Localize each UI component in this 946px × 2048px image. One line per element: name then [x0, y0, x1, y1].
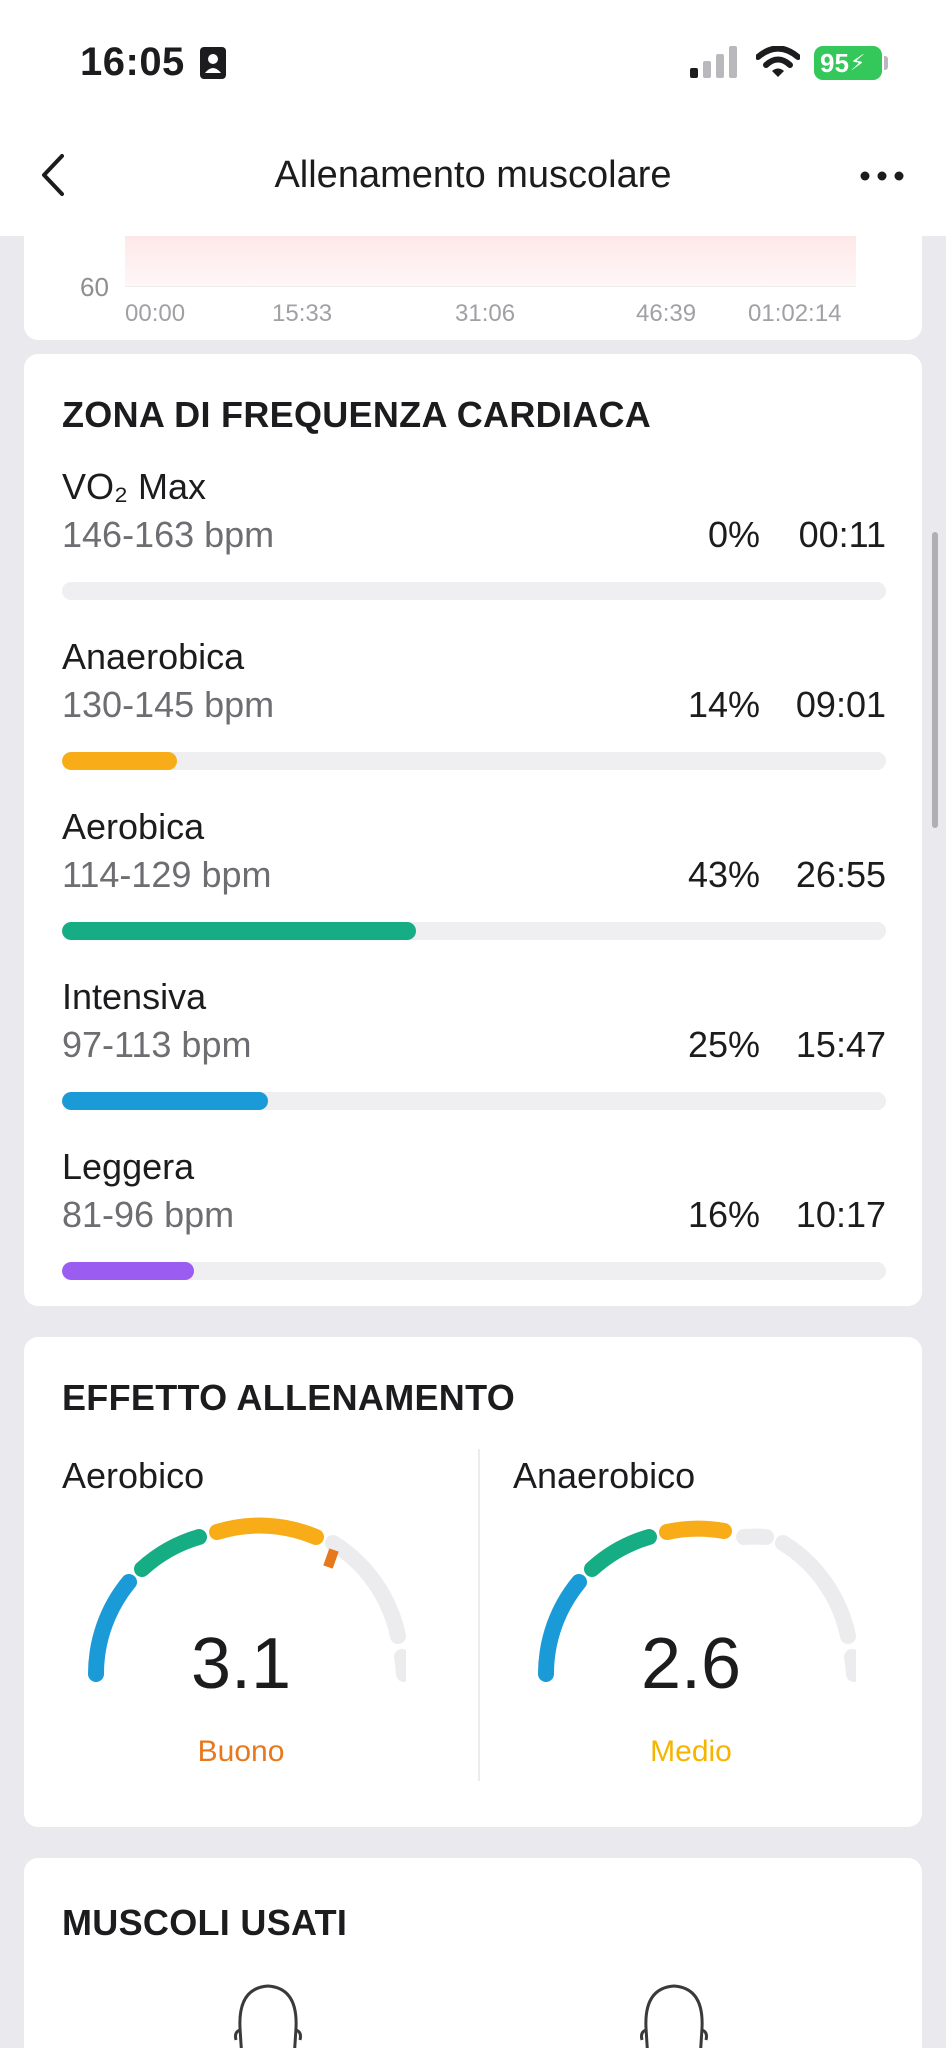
zone-percent: 43% — [687, 854, 760, 895]
heart-rate-chart-card: 60 00:00 15:33 31:06 46:39 01:02:14 — [24, 236, 922, 340]
card-title: EFFETTO ALLENAMENTO — [62, 1377, 516, 1418]
gauge-segment-3 — [209, 1517, 324, 1545]
zone-range: 81-96 bpm — [62, 1194, 235, 1235]
chart-x-label: 01:02:14 — [748, 300, 842, 327]
heart-rate-zone-card: ZONA DI FREQUENZA CARDIACA VO₂ Max 146-1… — [24, 354, 922, 1306]
page-title: Allenamento muscolare — [274, 154, 672, 196]
anaerobic-value: 2.6 — [640, 1624, 742, 1704]
aerobic-status: Buono — [197, 1735, 285, 1768]
gauge-segment-2 — [584, 1529, 657, 1577]
zone-time: 00:11 — [798, 514, 886, 555]
zone-range: 146-163 bpm — [62, 514, 275, 555]
zone-percent: 16% — [687, 1194, 760, 1235]
gauge-segment-3 — [659, 1520, 732, 1540]
zone-name: Aerobica — [62, 806, 205, 847]
chart-x-label: 15:33 — [272, 300, 333, 327]
zone-row: VO₂ Max 146-163 bpm 0% 00:11 — [62, 466, 886, 606]
zone-progress-fill — [62, 1092, 268, 1110]
battery-icon: 95 ⚡ — [814, 46, 882, 80]
battery-cap — [884, 56, 888, 70]
training-effect-card: EFFETTO ALLENAMENTO Aerobico 3.1 Buono A… — [24, 1337, 922, 1827]
zone-progress-fill — [62, 1262, 194, 1280]
chart-baseline — [125, 286, 856, 287]
zone-name: Intensiva — [62, 976, 207, 1017]
signal-icon — [690, 46, 737, 78]
card-title: ZONA DI FREQUENZA CARDIACA — [62, 394, 652, 435]
gauge-marker — [323, 1548, 339, 1569]
zone-range: 114-129 bpm — [62, 854, 272, 895]
battery-level: 95 — [820, 47, 849, 78]
zone-progress-fill — [62, 752, 178, 770]
zone-progress-track — [62, 1262, 886, 1280]
scroll-indicator[interactable] — [932, 532, 938, 828]
nav-bar: Allenamento muscolare — [0, 126, 946, 236]
chart-x-label: 00:00 — [125, 300, 186, 327]
divider — [478, 1449, 480, 1781]
zone-percent: 14% — [687, 684, 760, 725]
wifi-icon — [756, 46, 800, 77]
charging-icon: ⚡ — [849, 50, 866, 75]
anaerobic-label: Anaerobico — [513, 1455, 696, 1496]
contact-card-icon — [200, 47, 226, 79]
zone-row: Aerobica 114-129 bpm 43% 26:55 — [62, 806, 886, 946]
zone-progress-track — [62, 922, 886, 940]
zone-time: 10:17 — [795, 1194, 886, 1235]
aerobic-value: 3.1 — [190, 1624, 292, 1704]
anaerobic-status: Medio — [650, 1735, 732, 1768]
status-bar: 16:05 95 ⚡ — [0, 0, 946, 126]
gauge-segment-5 — [394, 1649, 406, 1682]
zone-progress-track — [62, 1092, 886, 1110]
zone-name: Anaerobica — [62, 636, 245, 677]
body-back-icon — [640, 1984, 708, 2048]
gauge-segment-6 — [844, 1649, 856, 1682]
more-icon[interactable] — [860, 170, 904, 182]
zone-percent: 0% — [707, 514, 760, 555]
zone-progress-track — [62, 752, 886, 770]
zone-row: Intensiva 97-113 bpm 25% 15:47 — [62, 976, 886, 1116]
zone-range: 97-113 bpm — [62, 1024, 252, 1065]
zone-progress-fill — [62, 922, 417, 940]
zone-name: Leggera — [62, 1146, 195, 1187]
heart-rate-band — [125, 236, 856, 286]
chart-x-label: 31:06 — [455, 300, 516, 327]
chart-y-label: 60 — [80, 272, 109, 302]
zone-time: 26:55 — [795, 854, 886, 895]
zone-time: 15:47 — [795, 1024, 886, 1065]
gauge-segment-2 — [134, 1529, 207, 1577]
zone-percent: 25% — [687, 1024, 760, 1065]
zone-row: Leggera 81-96 bpm 16% 10:17 — [62, 1146, 886, 1286]
zone-row: Anaerobica 130-145 bpm 14% 09:01 — [62, 636, 886, 776]
aerobic-label: Aerobico — [62, 1455, 205, 1496]
card-title: MUSCOLI USATI — [62, 1902, 348, 1943]
muscles-used-card: MUSCOLI USATI — [24, 1858, 922, 2048]
zone-range: 130-145 bpm — [62, 684, 275, 725]
status-time: 16:05 — [80, 40, 185, 84]
zone-name: VO₂ Max — [62, 466, 206, 507]
body-front-icon — [234, 1984, 302, 2048]
zone-time: 09:01 — [795, 684, 886, 725]
chart-x-label: 46:39 — [636, 300, 697, 327]
zone-progress-track — [62, 582, 886, 600]
